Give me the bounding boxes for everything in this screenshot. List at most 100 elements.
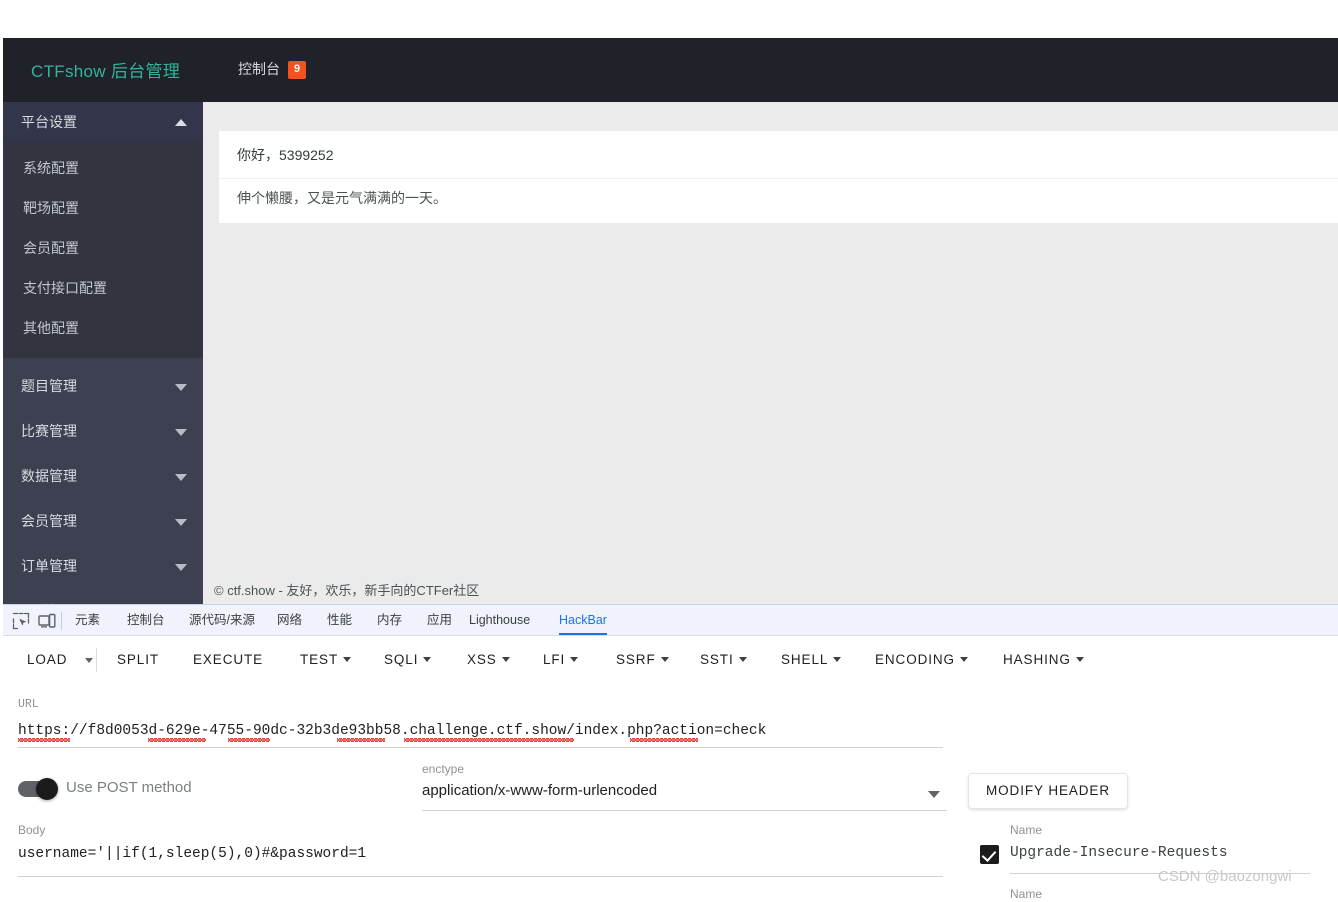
url-input[interactable]: https://f8d0053d-629e-4755-90dc-32b3de93… [18,723,766,739]
nav-item-console[interactable]: 控制台 9 [238,59,307,79]
sidebar-item-other-config[interactable]: 其他配置 [3,308,203,348]
ssti-menu[interactable]: SSTI [700,644,747,676]
modify-header-button[interactable]: MODIFY HEADER [968,773,1128,809]
sidebar-submenu: 系统配置 靶场配置 会员配置 支付接口配置 其他配置 [3,142,203,358]
hashing-menu-label: HASHING [1003,652,1071,667]
enctype-select[interactable]: application/x-www-form-urlencoded [422,782,657,799]
sidebar-item-range-config[interactable]: 靶场配置 [3,188,203,228]
tab-memory[interactable]: 内存 [377,605,402,635]
hashing-menu[interactable]: HASHING [1003,644,1084,676]
greeting-card: 你好，5399252 伸个懒腰，又是元气满满的一天。 [219,131,1338,223]
sidebar-item-member-config[interactable]: 会员配置 [3,228,203,268]
test-menu[interactable]: TEST [300,644,352,676]
sidebar-item-label: 靶场配置 [23,200,79,216]
header-name-input-1[interactable]: Upgrade-Insecure-Requests [1010,845,1228,861]
tab-performance[interactable]: 性能 [327,605,352,635]
xss-menu-label: XSS [467,652,497,667]
header-enabled-checkbox[interactable] [980,845,999,864]
shell-menu[interactable]: SHELL [781,644,842,676]
sidebar-group-platform-settings[interactable]: 平台设置 [3,102,203,142]
greeting-subtext: 伸个懒腰，又是元气满满的一天。 [237,190,447,206]
devtools-tabbar: 元素 控制台 源代码/来源 网络 性能 内存 应用 Lighthouse Hac… [3,605,1338,636]
ssti-menu-label: SSTI [700,652,734,667]
hackbar-toolbar: LOAD SPLIT EXECUTE TEST SQLI XSS LFI SSR… [3,636,1338,684]
greeting-text: 你好，5399252 [237,147,334,163]
caret-down-icon [175,428,187,436]
header-name-label-2: Name [1010,887,1043,901]
body-textarea[interactable]: username='||if(1,sleep(5),0)#&password=1 [18,846,366,862]
tab-network[interactable]: 网络 [277,605,302,635]
device-toolbar-icon[interactable] [37,611,59,631]
sidebar-group-data-mgmt[interactable]: 数据管理 [3,454,203,499]
webpage-viewport: CTFshow 后台管理 控制台 9 平台设置 系统配置 靶场配置 会员配置 支付… [3,38,1338,604]
chevron-down-icon [570,657,579,662]
app-brand-title: CTFshow 后台管理 [31,62,181,81]
url-field-label: URL [18,698,39,711]
sidebar-item-payment-config[interactable]: 支付接口配置 [3,268,203,308]
app-header: CTFshow 后台管理 控制台 9 [3,38,1338,102]
spellcheck-squiggle [404,738,574,742]
use-post-method-toggle[interactable] [18,778,58,800]
tab-application[interactable]: 应用 [427,605,452,635]
ssrf-menu-label: SSRF [616,652,656,667]
execute-button[interactable]: EXECUTE [193,644,263,676]
nav-item-console-label: 控制台 [238,61,280,77]
test-menu-label: TEST [300,652,339,667]
toggle-knob [36,778,58,800]
sqli-menu-label: SQLI [384,652,419,667]
sidebar-group-vip-mgmt[interactable]: VIP管理 [3,589,203,604]
card-divider [219,178,1338,179]
sidebar-item-system-config[interactable]: 系统配置 [3,148,203,188]
tab-elements[interactable]: 元素 [75,605,100,635]
spellcheck-squiggle [337,738,385,742]
console-badge: 9 [288,61,307,79]
load-divider [96,648,97,672]
tab-hackbar[interactable]: HackBar [559,605,607,635]
load-button[interactable]: LOAD [27,644,67,676]
lfi-menu[interactable]: LFI [543,644,579,676]
tab-console[interactable]: 控制台 [127,605,165,635]
use-post-method-label: Use POST method [66,779,192,796]
left-edge-strip [0,38,3,604]
enctype-underline [422,810,947,811]
chevron-down-icon [501,657,510,662]
sidebar-group-order-mgmt[interactable]: 订单管理 [3,544,203,589]
chevron-down-icon [959,657,968,662]
sidebar-item-label: 其他配置 [23,320,79,336]
ssrf-menu[interactable]: SSRF [616,644,669,676]
sqli-menu[interactable]: SQLI [384,644,432,676]
sidebar-item-label: 会员配置 [23,240,79,256]
chevron-down-icon[interactable] [928,791,940,798]
sidebar-group-challenge-mgmt[interactable]: 题目管理 [3,364,203,409]
chevron-down-icon [738,657,747,662]
load-dropdown-caret-icon[interactable] [85,658,93,663]
lfi-menu-label: LFI [543,652,566,667]
sidebar[interactable]: 平台设置 系统配置 靶场配置 会员配置 支付接口配置 其他配置 题目管理 比赛管… [3,102,203,604]
enctype-label: enctype [422,762,465,776]
encoding-menu-label: ENCODING [875,652,955,667]
body-field-underline [18,876,943,877]
chevron-down-icon [343,657,352,662]
header-input-underline [1010,873,1310,874]
sidebar-group-contest-mgmt[interactable]: 比赛管理 [3,409,203,454]
main-content: 你好，5399252 伸个懒腰，又是元气满满的一天。 © ctf.show - … [203,102,1338,604]
encoding-menu[interactable]: ENCODING [875,644,968,676]
sidebar-group-platform-settings-label: 平台设置 [21,114,77,130]
chevron-down-icon [423,657,432,662]
sidebar-group-label: 订单管理 [21,558,77,574]
chevron-down-icon [1075,657,1084,662]
caret-down-icon [175,383,187,391]
toolbar-divider [61,612,62,630]
spellcheck-squiggle [228,738,270,742]
body-field-label: Body [18,823,46,837]
split-button[interactable]: SPLIT [117,644,159,676]
caret-down-icon [175,518,187,526]
caret-down-icon [175,473,187,481]
tab-sources[interactable]: 源代码/来源 [189,605,255,635]
chevron-down-icon [833,657,842,662]
sidebar-group-member-mgmt[interactable]: 会员管理 [3,499,203,544]
tab-lighthouse[interactable]: Lighthouse [469,605,530,635]
url-field-underline [18,747,943,748]
inspect-element-icon[interactable] [11,611,33,631]
xss-menu[interactable]: XSS [467,644,510,676]
